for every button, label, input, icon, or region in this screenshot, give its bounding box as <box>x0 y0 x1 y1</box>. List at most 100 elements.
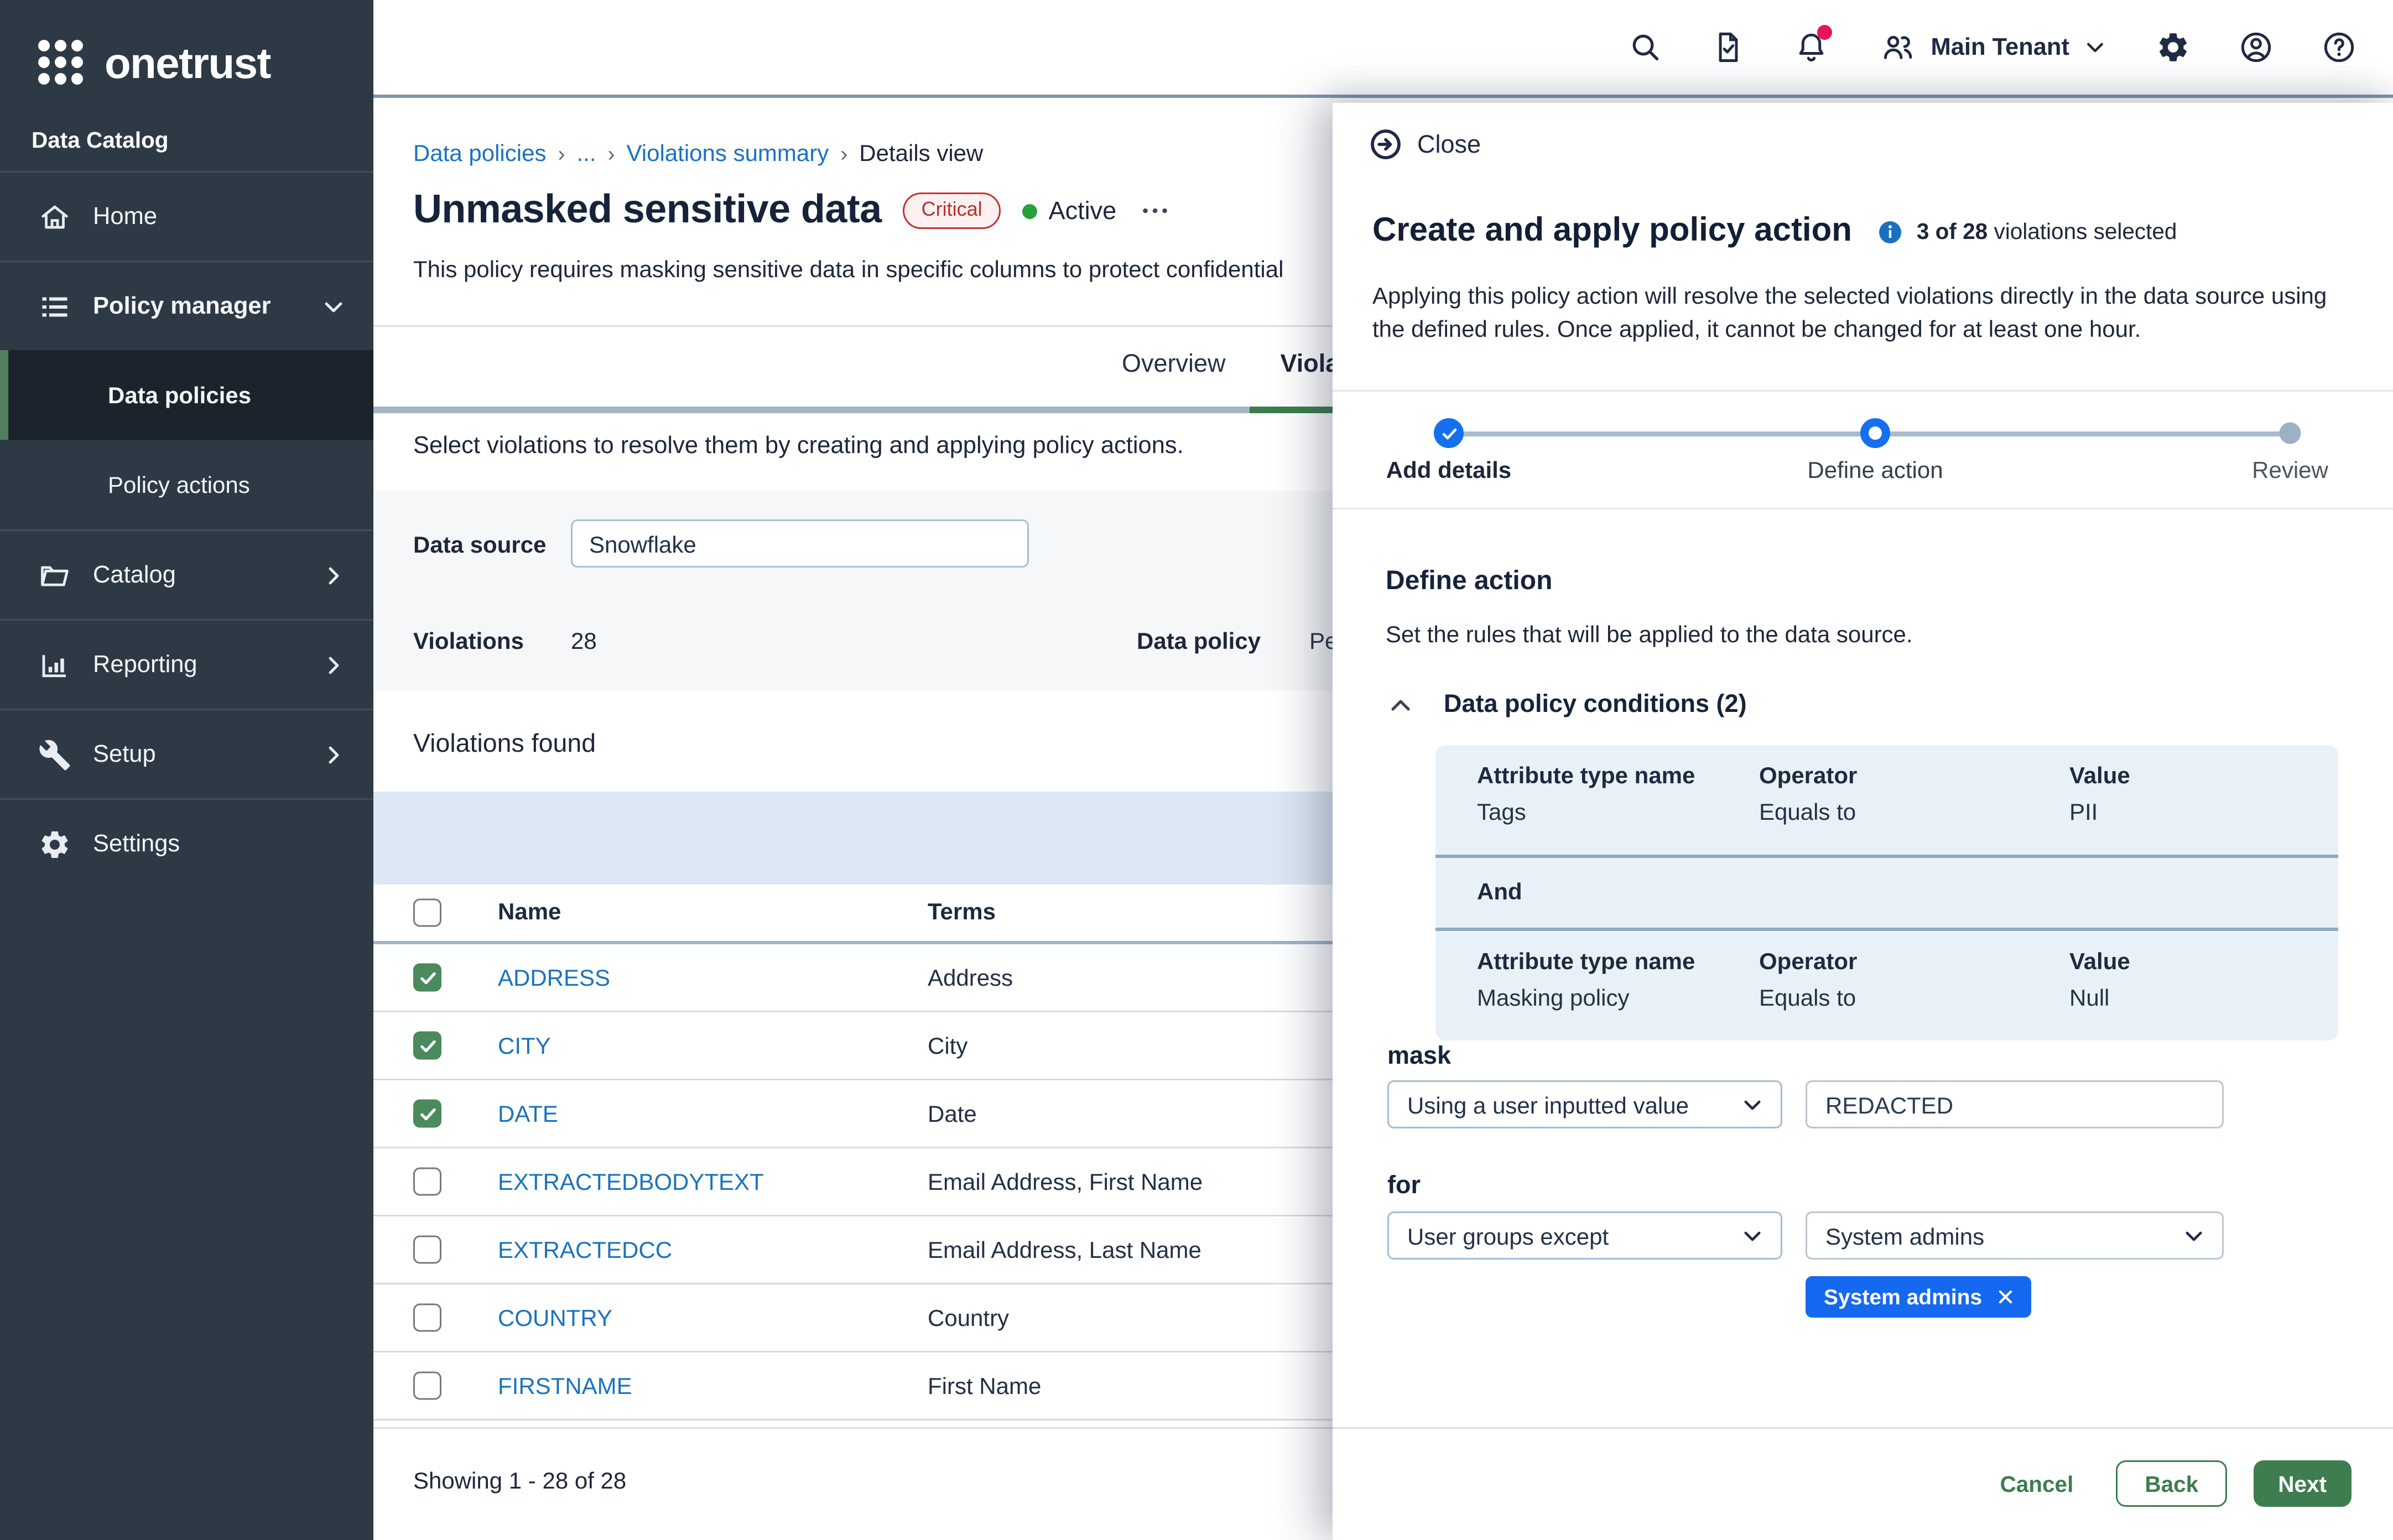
sidebar-item-data-policies[interactable]: Data policies <box>0 350 373 440</box>
sidebar-item-label: Policy actions <box>108 471 373 498</box>
row-terms: City <box>928 1032 967 1059</box>
condition-join-row: And <box>1435 855 2338 931</box>
setup-icon <box>38 738 71 771</box>
condition-attribute-value: Masking policy <box>1477 984 1629 1011</box>
divider <box>1333 508 2393 509</box>
condition-col-operator: Operator <box>1759 762 1857 788</box>
onetrust-dots-icon <box>38 40 83 85</box>
conditions-title: Data policy conditions (2) <box>1444 690 1747 719</box>
sidebar-item-label: Settings <box>93 831 373 857</box>
step-label-define-action: Define action <box>1807 456 1943 483</box>
breadcrumb-separator: › <box>840 141 847 165</box>
policy-action-panel: Close Create and apply policy action 3 o… <box>1333 103 2393 1540</box>
breadcrumb-violations-summary[interactable]: Violations summary <box>627 139 829 166</box>
mask-value-input[interactable] <box>1806 1080 2224 1128</box>
close-label: Close <box>1417 131 1481 159</box>
select-violations-hint: Select violations to resolve them by cre… <box>413 433 1184 460</box>
account-icon[interactable] <box>2239 30 2274 65</box>
chip-remove-icon[interactable] <box>1997 1288 2015 1306</box>
for-groups-dropdown[interactable]: System admins <box>1806 1211 2224 1260</box>
info-icon <box>1877 218 1903 245</box>
row-checkbox[interactable] <box>413 964 441 992</box>
sidebar-item-reporting[interactable]: Reporting <box>0 619 373 709</box>
onetrust-wordmark: onetrust <box>105 41 270 84</box>
sidebar-item-catalog[interactable]: Catalog <box>0 529 373 619</box>
chevron-up-icon <box>1387 691 1414 718</box>
sidebar-item-label: Setup <box>93 741 320 768</box>
search-icon[interactable] <box>1629 30 1663 65</box>
tab-overview[interactable]: Overview <box>1122 350 1226 388</box>
mask-method-dropdown[interactable]: Using a user inputted value <box>1387 1080 1782 1128</box>
conditions-toggle[interactable]: Data policy conditions (2) <box>1387 690 1747 719</box>
step-label-add-details: Add details <box>1386 456 1511 483</box>
violations-count: 28 <box>571 627 597 654</box>
row-name-link[interactable]: EXTRACTEDBODYTEXT <box>498 1168 764 1195</box>
row-terms: Email Address, Last Name <box>928 1236 1201 1263</box>
breadcrumb: Data policies › ... › Violations summary… <box>413 139 983 166</box>
sidebar-item-home[interactable]: Home <box>0 171 373 261</box>
column-header-terms: Terms <box>928 898 996 924</box>
row-checkbox[interactable] <box>413 1236 441 1264</box>
row-checkbox[interactable] <box>413 1372 441 1400</box>
onetrust-logo: onetrust <box>38 40 270 85</box>
data-policy-label: Data policy <box>1137 627 1261 654</box>
breadcrumb-data-policies[interactable]: Data policies <box>413 139 546 166</box>
breadcrumb-ellipsis[interactable]: ... <box>577 139 596 166</box>
sidebar-item-policy-manager[interactable]: Policy manager <box>0 261 373 350</box>
row-terms: Country <box>928 1304 1009 1331</box>
breadcrumb-current: Details view <box>859 139 983 166</box>
home-icon <box>38 200 71 233</box>
app-name-label: Data Catalog <box>32 128 169 153</box>
sidebar-item-setup[interactable]: Setup <box>0 709 373 798</box>
sidebar-item-settings[interactable]: Settings <box>0 798 373 888</box>
top-bar: Main Tenant <box>373 0 2393 98</box>
define-action-heading: Define action <box>1386 568 1552 597</box>
row-terms: Date <box>928 1100 977 1127</box>
notification-badge <box>1818 25 1833 40</box>
chevron-down-icon <box>320 293 347 320</box>
selected-group-chip[interactable]: System admins <box>1806 1276 2032 1318</box>
row-name-link[interactable]: DATE <box>498 1100 558 1127</box>
back-button[interactable]: Back <box>2116 1460 2226 1507</box>
row-checkbox[interactable] <box>413 1032 441 1060</box>
row-checkbox[interactable] <box>413 1168 441 1196</box>
for-method-dropdown[interactable]: User groups except <box>1387 1211 1782 1260</box>
condition-attribute-value: Tags <box>1477 798 1526 825</box>
close-button[interactable]: Close <box>1369 128 1481 161</box>
row-name-link[interactable]: CITY <box>498 1032 551 1059</box>
close-arrow-icon <box>1369 128 1402 161</box>
document-check-icon[interactable] <box>1711 30 1746 65</box>
define-action-subheading: Set the rules that will be applied to th… <box>1386 621 1913 647</box>
row-checkbox[interactable] <box>413 1304 441 1332</box>
row-name-link[interactable]: ADDRESS <box>498 964 610 991</box>
condition-value-value: Null <box>2069 984 2109 1011</box>
row-name-link[interactable]: EXTRACTEDCC <box>498 1236 672 1263</box>
condition-value-value: PII <box>2069 798 2098 825</box>
sidebar: onetrust Data Catalog HomePolicy manager… <box>0 0 373 1540</box>
next-button[interactable]: Next <box>2253 1460 2352 1507</box>
sidebar-item-label: Catalog <box>93 562 320 589</box>
row-terms: Address <box>928 964 1013 991</box>
page-title: Unmasked sensitive data <box>413 188 882 234</box>
row-checkbox[interactable] <box>413 1100 441 1128</box>
stepper: Add details Define action Review <box>1333 390 2393 508</box>
condition-group: Attribute type name Operator Value Maski… <box>1435 931 2338 1040</box>
notifications-bell-icon[interactable] <box>1794 30 1829 65</box>
more-actions-icon[interactable] <box>1138 194 1171 227</box>
row-terms: Email Address, First Name <box>928 1168 1203 1195</box>
tenant-switcher[interactable]: Main Tenant <box>1881 30 2108 65</box>
help-icon[interactable] <box>2322 30 2356 65</box>
select-all-checkbox[interactable] <box>413 899 441 927</box>
data-source-input[interactable] <box>571 519 1029 568</box>
row-name-link[interactable]: FIRSTNAME <box>498 1372 632 1399</box>
chevron-right-icon <box>320 652 347 678</box>
row-name-link[interactable]: COUNTRY <box>498 1304 612 1331</box>
sidebar-item-label: Reporting <box>93 652 320 678</box>
cancel-button[interactable]: Cancel <box>1994 1460 2080 1507</box>
chevron-right-icon <box>320 562 347 589</box>
chevron-down-icon <box>1741 1093 1764 1116</box>
sidebar-item-policy-actions[interactable]: Policy actions <box>0 440 373 529</box>
condition-col-value: Value <box>2069 762 2130 788</box>
pagination-summary: Showing 1 - 28 of 28 <box>413 1467 626 1494</box>
gear-icon[interactable] <box>2156 30 2191 65</box>
